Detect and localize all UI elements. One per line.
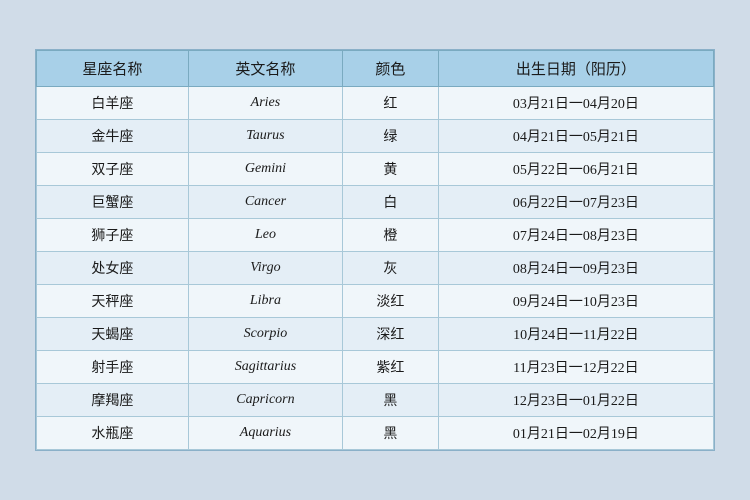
cell-date_range: 07月24日一08月23日 xyxy=(438,219,713,252)
cell-date_range: 04月21日一05月21日 xyxy=(438,120,713,153)
cell-zh_name: 天秤座 xyxy=(37,285,189,318)
cell-date_range: 10月24日一11月22日 xyxy=(438,318,713,351)
table-row: 天蝎座Scorpio深红10月24日一11月22日 xyxy=(37,318,714,351)
cell-color: 深红 xyxy=(343,318,439,351)
cell-zh_name: 水瓶座 xyxy=(37,417,189,450)
cell-en_name: Capricorn xyxy=(188,384,342,417)
table-row: 金牛座Taurus绿04月21日一05月21日 xyxy=(37,120,714,153)
cell-en_name: Virgo xyxy=(188,252,342,285)
zodiac-table-container: 星座名称 英文名称 颜色 出生日期（阳历） 白羊座Aries红03月21日一04… xyxy=(35,49,715,451)
cell-en_name: Sagittarius xyxy=(188,351,342,384)
cell-color: 淡红 xyxy=(343,285,439,318)
header-zh-name: 星座名称 xyxy=(37,51,189,87)
header-color: 颜色 xyxy=(343,51,439,87)
table-row: 白羊座Aries红03月21日一04月20日 xyxy=(37,87,714,120)
cell-en_name: Aquarius xyxy=(188,417,342,450)
cell-zh_name: 处女座 xyxy=(37,252,189,285)
header-en-name: 英文名称 xyxy=(188,51,342,87)
table-row: 射手座Sagittarius紫红11月23日一12月22日 xyxy=(37,351,714,384)
cell-color: 橙 xyxy=(343,219,439,252)
cell-color: 黑 xyxy=(343,384,439,417)
cell-en_name: Scorpio xyxy=(188,318,342,351)
cell-date_range: 06月22日一07月23日 xyxy=(438,186,713,219)
table-row: 狮子座Leo橙07月24日一08月23日 xyxy=(37,219,714,252)
table-row: 处女座Virgo灰08月24日一09月23日 xyxy=(37,252,714,285)
cell-date_range: 11月23日一12月22日 xyxy=(438,351,713,384)
cell-zh_name: 天蝎座 xyxy=(37,318,189,351)
cell-en_name: Leo xyxy=(188,219,342,252)
cell-color: 灰 xyxy=(343,252,439,285)
table-row: 摩羯座Capricorn黑12月23日一01月22日 xyxy=(37,384,714,417)
table-row: 水瓶座Aquarius黑01月21日一02月19日 xyxy=(37,417,714,450)
cell-date_range: 05月22日一06月21日 xyxy=(438,153,713,186)
cell-date_range: 12月23日一01月22日 xyxy=(438,384,713,417)
table-row: 双子座Gemini黄05月22日一06月21日 xyxy=(37,153,714,186)
table-row: 天秤座Libra淡红09月24日一10月23日 xyxy=(37,285,714,318)
cell-zh_name: 狮子座 xyxy=(37,219,189,252)
cell-color: 白 xyxy=(343,186,439,219)
cell-en_name: Aries xyxy=(188,87,342,120)
cell-color: 绿 xyxy=(343,120,439,153)
cell-zh_name: 巨蟹座 xyxy=(37,186,189,219)
cell-color: 紫红 xyxy=(343,351,439,384)
cell-zh_name: 双子座 xyxy=(37,153,189,186)
zodiac-table: 星座名称 英文名称 颜色 出生日期（阳历） 白羊座Aries红03月21日一04… xyxy=(36,50,714,450)
header-date-range: 出生日期（阳历） xyxy=(438,51,713,87)
cell-date_range: 01月21日一02月19日 xyxy=(438,417,713,450)
cell-color: 黄 xyxy=(343,153,439,186)
cell-en_name: Taurus xyxy=(188,120,342,153)
cell-zh_name: 摩羯座 xyxy=(37,384,189,417)
cell-en_name: Libra xyxy=(188,285,342,318)
cell-zh_name: 白羊座 xyxy=(37,87,189,120)
cell-en_name: Gemini xyxy=(188,153,342,186)
cell-en_name: Cancer xyxy=(188,186,342,219)
cell-color: 黑 xyxy=(343,417,439,450)
cell-zh_name: 射手座 xyxy=(37,351,189,384)
table-header-row: 星座名称 英文名称 颜色 出生日期（阳历） xyxy=(37,51,714,87)
table-row: 巨蟹座Cancer白06月22日一07月23日 xyxy=(37,186,714,219)
cell-date_range: 09月24日一10月23日 xyxy=(438,285,713,318)
cell-zh_name: 金牛座 xyxy=(37,120,189,153)
cell-date_range: 08月24日一09月23日 xyxy=(438,252,713,285)
cell-date_range: 03月21日一04月20日 xyxy=(438,87,713,120)
cell-color: 红 xyxy=(343,87,439,120)
